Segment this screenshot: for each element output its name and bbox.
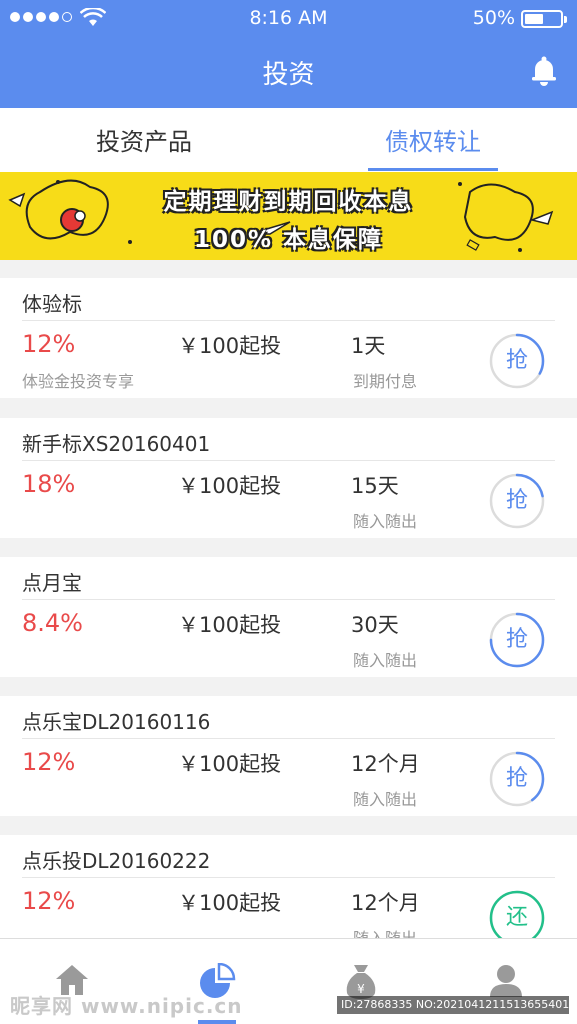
product-name: 体验标 <box>22 292 82 316</box>
product-card[interactable]: 点乐宝DL20160116 12% ￥100起投 12个月 随入随出 抢 <box>0 696 577 816</box>
annual-rate: 12% <box>22 887 76 915</box>
card-divider <box>22 599 555 600</box>
investment-term: 1天 <box>351 334 386 358</box>
grab-button[interactable]: 抢 <box>488 750 546 808</box>
annual-rate: 12% <box>22 330 76 358</box>
card-divider <box>22 738 555 739</box>
promo-banner[interactable]: 定期理财到期回收本息 100% 本息保障 <box>0 172 577 260</box>
product-name: 点乐投DL20160222 <box>22 849 211 873</box>
tab-investment-products[interactable]: 投资产品 <box>44 122 244 157</box>
minimum-investment: ￥100起投 <box>178 752 282 776</box>
product-name: 点月宝 <box>22 571 82 595</box>
annual-rate: 18% <box>22 470 76 498</box>
product-card[interactable]: 点乐投DL20160222 12% ￥100起投 12个月 随入随出 还 <box>0 835 577 938</box>
payout-method: 随入随出 <box>353 512 418 531</box>
product-card[interactable]: 体验标 12% ￥100起投 1天 体验金投资专享 到期付息 抢 <box>0 278 577 398</box>
investment-term: 15天 <box>351 474 399 498</box>
investment-term: 12个月 <box>351 752 420 776</box>
battery-icon <box>521 10 567 28</box>
banner-headline: 定期理财到期回收本息 <box>163 189 414 215</box>
minimum-investment: ￥100起投 <box>178 334 282 358</box>
card-divider <box>22 320 555 321</box>
action-label: 抢 <box>505 627 528 652</box>
tab-debt-transfer[interactable]: 债权转让 <box>333 122 533 157</box>
action-label: 抢 <box>505 766 528 791</box>
grab-button[interactable]: 抢 <box>488 472 546 530</box>
annual-rate: 12% <box>22 748 76 776</box>
tab-bar: 投资产品 债权转让 <box>0 108 577 172</box>
minimum-investment: ￥100起投 <box>178 891 282 915</box>
page-title: 投资 <box>262 60 315 90</box>
status-bar: 8:16 AM 50% <box>0 0 577 36</box>
action-label: 还 <box>505 905 528 930</box>
product-note: 体验金投资专享 <box>22 372 135 391</box>
action-label: 抢 <box>505 348 528 373</box>
product-card[interactable]: 点月宝 8.4% ￥100起投 30天 随入随出 抢 <box>0 557 577 677</box>
banner-subheadline: 100% 本息保障 <box>193 227 384 253</box>
minimum-investment: ￥100起投 <box>178 613 282 637</box>
card-divider <box>22 460 555 461</box>
app-header: 8:16 AM 50% 投资 <box>0 0 577 108</box>
active-nav-indicator <box>198 1020 236 1024</box>
product-name: 点乐宝DL20160116 <box>22 710 211 734</box>
repay-button[interactable]: 还 <box>488 889 546 938</box>
minimum-investment: ￥100起投 <box>178 474 282 498</box>
payout-method: 到期付息 <box>353 372 418 391</box>
product-name: 新手标XS20160401 <box>22 432 211 456</box>
watermark-id: ID:27868335 NO:20210412115136554016 <box>337 996 569 1014</box>
grab-button[interactable]: 抢 <box>488 611 546 669</box>
battery-percent: 50% <box>472 7 515 29</box>
card-divider <box>22 877 555 878</box>
payout-method: 随入随出 <box>353 925 417 938</box>
payout-method: 随入随出 <box>353 790 418 809</box>
product-card[interactable]: 新手标XS20160401 18% ￥100起投 15天 随入随出 抢 <box>0 418 577 538</box>
investment-term: 12个月 <box>351 891 420 915</box>
bell-icon[interactable] <box>531 56 557 86</box>
annual-rate: 8.4% <box>22 609 83 637</box>
payout-method: 随入随出 <box>353 651 418 670</box>
user-icon[interactable] <box>488 963 524 999</box>
watermark-site: 昵享网 www.nipic.cn <box>10 994 243 1018</box>
active-tab-indicator <box>368 168 498 171</box>
action-label: 抢 <box>505 488 528 513</box>
investment-term: 30天 <box>351 613 399 637</box>
svg-text:¥: ¥ <box>357 982 365 996</box>
grab-button[interactable]: 抢 <box>488 332 546 390</box>
